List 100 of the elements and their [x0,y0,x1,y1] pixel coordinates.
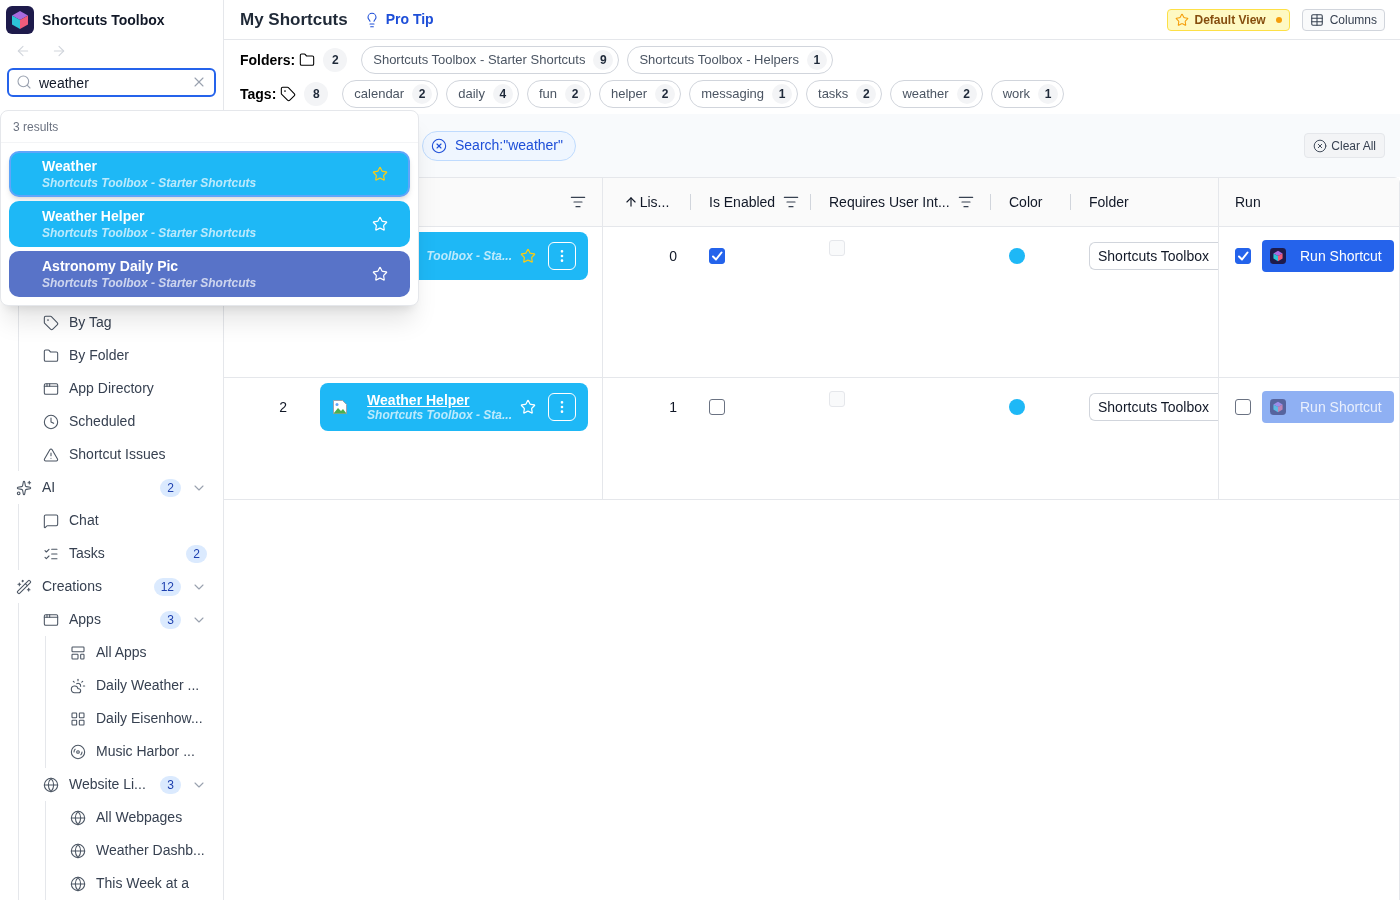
arrow-right-icon[interactable] [51,43,67,59]
count-badge: 1 [1038,84,1059,104]
checkmark-icon [711,250,723,262]
page-title: My Shortcuts [240,8,348,31]
column-header[interactable]: Run [1235,191,1261,213]
tag-icon [280,86,297,102]
count-badge: 1 [806,50,827,70]
sparkles-icon [16,479,32,496]
tag-filter[interactable]: helper 2 [599,80,682,108]
tag-icon [43,314,59,331]
close-circle-icon [1313,138,1328,153]
checkbox[interactable] [1235,248,1251,264]
cube-logo-icon [6,6,34,34]
folder-field[interactable]: Shortcuts Toolbox [1089,393,1218,421]
list-index: 1 [669,397,677,417]
close-circle-icon[interactable] [431,137,447,154]
star-icon [1174,12,1189,27]
sidebar-item[interactable]: Scheduled [19,405,223,438]
count-badge: 2 [565,84,585,104]
sidebar-item[interactable]: Creations 12 [0,570,223,603]
search-field[interactable]: weather [7,68,216,97]
magic-wand-icon [16,578,32,595]
folder-subtitle: Shortcuts Toolbox - Sta... [367,407,512,423]
star-icon[interactable] [372,166,388,182]
column-header[interactable]: Lis... [623,191,670,213]
sidebar-item[interactable]: Daily Eisenhow... [46,702,223,735]
count-badge: 1 [772,84,793,104]
sidebar-item[interactable]: All Webpages [46,801,223,834]
sidebar-item[interactable]: Apps 3 [19,603,223,636]
sidebar-item[interactable]: Weather Dashb... [46,834,223,867]
count-badge: 2 [856,84,877,104]
run-shortcut-button[interactable]: Run Shortcut [1262,240,1394,272]
count-badge: 2 [160,478,181,497]
folder-filter[interactable]: Shortcuts Toolbox - Starter Shortcuts 9 [361,46,620,74]
column-header[interactable]: Requires User Int... [829,191,950,213]
sidebar-item[interactable]: Music Harbor ... [46,735,223,768]
sidebar-item[interactable]: Website Li... 3 [19,768,223,801]
tag-filter[interactable]: work 1 [990,80,1065,108]
count-badge: 3 [160,610,181,629]
globe-icon [70,809,86,826]
sidebar-item[interactable]: AI 2 [0,471,223,504]
checkbox[interactable] [709,399,725,415]
sidebar-item[interactable]: By Tag [19,306,223,339]
tag-filter[interactable]: weather 2 [890,80,983,108]
folder-filter[interactable]: Shortcuts Toolbox - Helpers 1 [627,46,833,74]
window-icon [43,611,59,628]
filter-icon[interactable] [570,194,586,210]
count-badge: 3 [160,775,181,794]
cube-logo-icon [1270,248,1286,264]
window-icon [43,380,59,397]
search-icon [16,74,32,90]
count-badge: 2 [186,544,207,563]
disc-icon [70,743,86,760]
pro-tip-link[interactable]: Pro Tip [363,9,434,30]
tag-filter[interactable]: tasks 2 [806,80,883,108]
default-view-button[interactable]: Default View [1166,8,1290,31]
tag-filter[interactable]: fun 2 [526,80,591,108]
tag-filter[interactable]: daily 4 [446,80,519,108]
tags-label: Tags: [240,84,277,104]
more-button[interactable] [548,393,576,421]
more-button[interactable] [548,242,576,270]
search-filter-chip[interactable]: Search:"weather" [422,130,576,161]
sidebar-item[interactable]: By Folder [19,339,223,372]
clock-icon [43,413,59,430]
star-icon[interactable] [520,248,536,264]
sidebar-item[interactable]: Shortcut Issues [19,438,223,471]
row-number: 2 [279,397,287,417]
grid-icon [70,710,86,727]
count-badge: 2 [655,84,676,104]
sidebar-item[interactable]: This Week at a [46,867,223,900]
filter-icon[interactable] [957,194,974,210]
sidebar-item[interactable]: Daily Weather ... [46,669,223,702]
checkbox[interactable] [1235,399,1251,415]
column-header[interactable]: Folder [1089,191,1129,213]
count-badge: 12 [153,577,181,596]
tag-filter[interactable]: messaging 1 [689,80,799,108]
tag-filter[interactable]: calendar 2 [342,80,439,108]
app-title: Shortcuts Toolbox [42,10,165,30]
columns-button[interactable]: Columns [1301,8,1385,31]
sidebar-item[interactable]: Tasks 2 [19,537,223,570]
chat-bubble-icon [43,512,59,529]
column-header[interactable]: Is Enabled [709,191,776,213]
sidebar-item[interactable]: All Apps [46,636,223,669]
folder-subtitle: Toolbox - Sta... [426,248,512,264]
count-badge: 8 [304,82,329,106]
filter-icon[interactable] [783,194,800,210]
results-count: 3 results [13,118,59,136]
list-index: 0 [669,246,677,266]
checkbox[interactable] [709,248,725,264]
globe-icon [43,776,59,793]
sidebar-item[interactable]: App Directory [19,372,223,405]
count-badge: 9 [593,50,614,70]
folder-field[interactable]: Shortcuts Toolbox [1089,242,1218,270]
sidebar-item[interactable]: Chat [19,504,223,537]
clear-all-button[interactable]: Clear All [1304,133,1385,158]
layout-icon [70,644,86,661]
search-result[interactable]: Astronomy Daily Pic Shortcuts Toolbox - Starter Shortcuts [9,251,410,297]
cloud-sun-icon [70,677,86,694]
folder-icon [299,52,316,68]
column-header[interactable]: Color [1009,191,1043,213]
